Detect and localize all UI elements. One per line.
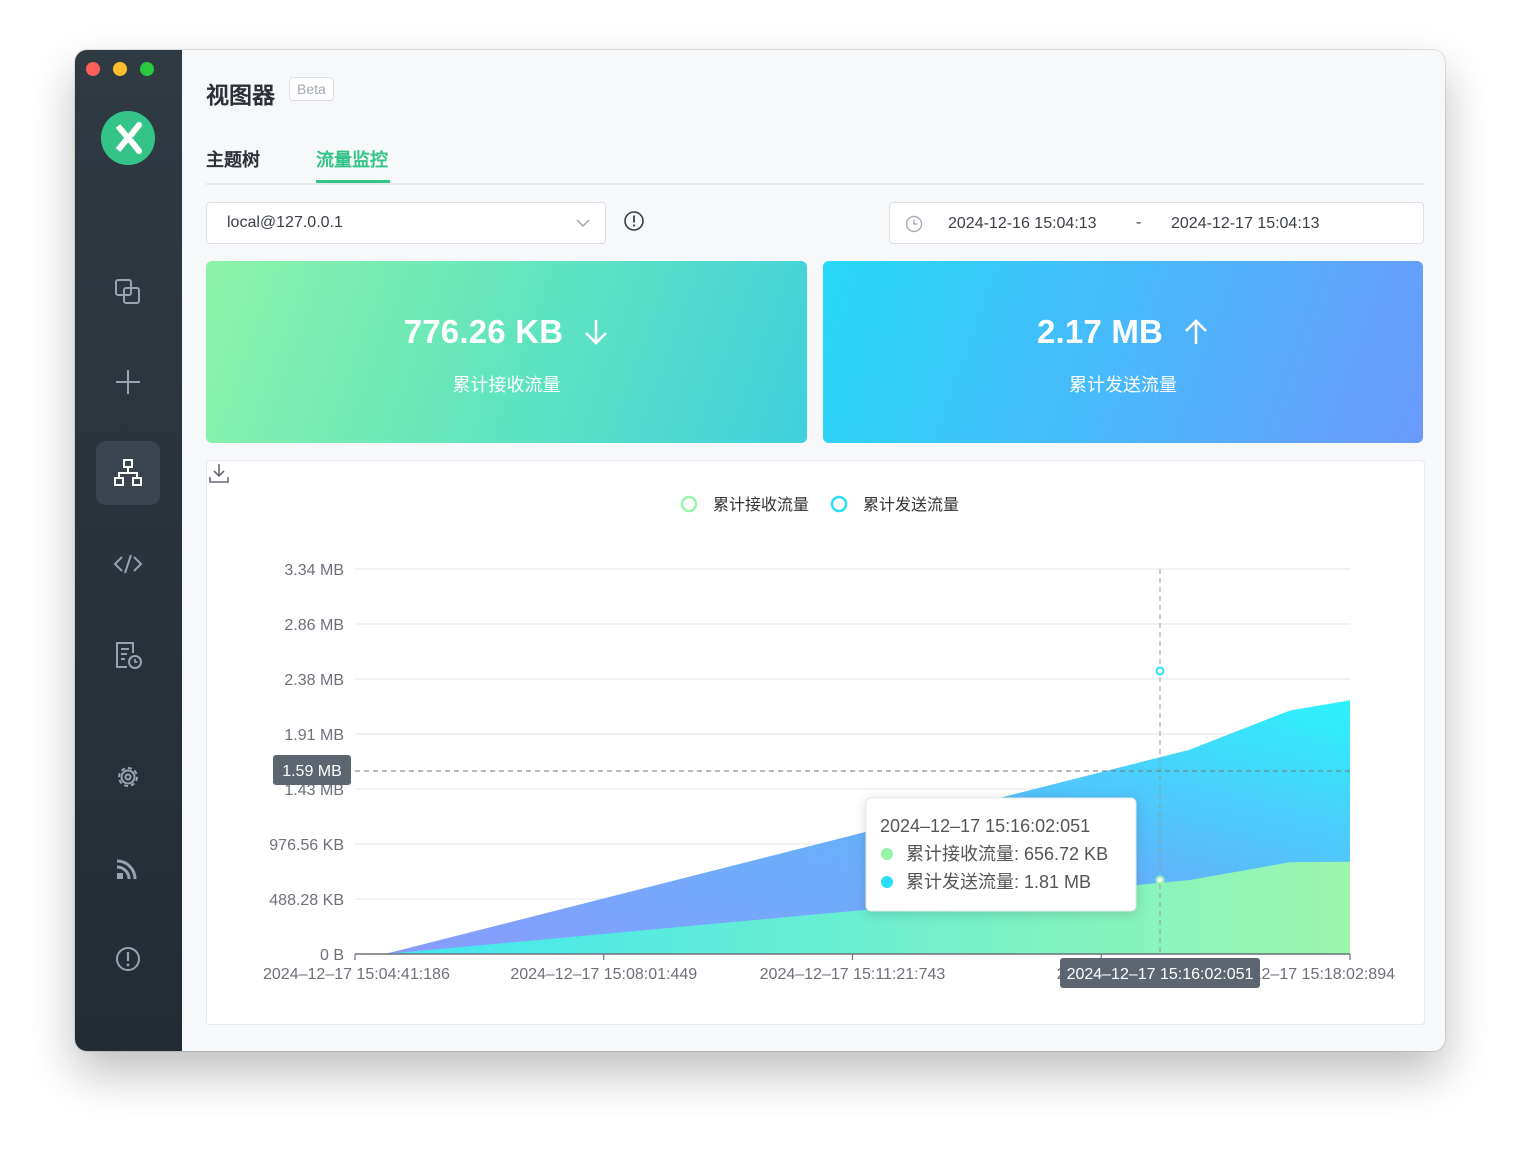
date-range-start[interactable]: 2024-12-16 15:04:13 — [948, 215, 1097, 233]
page-title: 视图器 — [206, 82, 275, 108]
x-tick-label: 2024–12–17 15:11:21:743 — [760, 966, 946, 983]
crosshair-y-label: 1.59 MB — [282, 763, 342, 780]
sidebar-item-new-connection[interactable] — [96, 350, 160, 414]
sidebar-item-connections[interactable] — [96, 260, 160, 324]
window-close-button[interactable] — [86, 62, 100, 76]
download-icon[interactable] — [207, 461, 231, 485]
sidebar-item-log[interactable] — [96, 623, 160, 687]
y-tick-label: 0 B — [320, 947, 344, 964]
sidebar-item-about[interactable] — [96, 927, 160, 991]
received-traffic-card: 776.26 KB 累计接收流量 — [206, 261, 807, 443]
beta-badge: Beta — [289, 77, 334, 101]
chart-legend: 累计接收流量 累计发送流量 — [680, 495, 959, 514]
window-maximize-button[interactable] — [140, 62, 154, 76]
sidebar-item-settings[interactable] — [96, 745, 160, 809]
sidebar-item-script[interactable] — [96, 532, 160, 596]
sent-traffic-label: 累计发送流量 — [1069, 375, 1177, 395]
tooltip-time: 2024–12–17 15:16:02:051 — [880, 816, 1090, 836]
sidebar-item-viewer[interactable] — [96, 441, 160, 505]
connection-select-value: local@127.0.0.1 — [227, 214, 343, 231]
active-tab-indicator — [316, 180, 390, 183]
copy-windows-icon — [115, 279, 140, 304]
crosshair-x-label: 2024–12–17 15:16:02:051 — [1067, 966, 1254, 983]
chart-tooltip: 2024–12–17 15:16:02:051 累计接收流量: 656.72 KB… — [865, 797, 1137, 912]
legend-marker — [830, 495, 848, 513]
gear-icon — [118, 767, 138, 787]
y-tick-label: 3.34 MB — [284, 562, 344, 579]
arrow-up-icon — [1185, 319, 1207, 344]
legend-label-received: 累计接收流量 — [713, 496, 809, 514]
y-tick-label: 976.56 KB — [269, 837, 344, 854]
tooltip-series-dot — [881, 876, 893, 888]
date-range-separator: - — [1136, 214, 1142, 231]
x-tick-label: 2024–12–17 15:04:41:186 — [263, 966, 450, 983]
traffic-chart-panel: 累计接收流量 累计发送流量 0 B 488.28 KB 976.56 KB 1.43 MB… — [206, 460, 1425, 1025]
y-tick-label: 2.38 MB — [284, 672, 344, 689]
app-logo-icon — [101, 111, 155, 165]
legend-label-sent: 累计发送流量 — [863, 496, 959, 514]
tooltip-row-received: 累计接收流量: 656.72 KB — [906, 844, 1108, 864]
x-tick-label: 2024–12–17 15:08:01:449 — [510, 966, 697, 983]
y-tick-label: 2.86 MB — [284, 617, 344, 634]
main-content: 视图器 Beta 主题树 流量监控 local@127.0.0.1 2024-1… — [182, 50, 1445, 1051]
tab-bar: 主题树 流量监控 — [206, 142, 1424, 185]
y-tick-label: 488.28 KB — [269, 892, 344, 909]
plus-icon — [116, 370, 140, 394]
info-icon — [116, 947, 140, 971]
sidebar-item-benchmark[interactable] — [96, 836, 160, 900]
topology-icon — [114, 459, 142, 486]
info-icon[interactable] — [623, 210, 645, 232]
date-range-end[interactable]: 2024-12-17 15:04:13 — [1171, 215, 1320, 233]
chevron-down-icon — [576, 219, 590, 228]
y-tick-label: 1.91 MB — [284, 727, 344, 744]
traffic-area-chart[interactable]: 累计接收流量 累计发送流量0 B488.28 KB976.56 KB1.43 MB… — [207, 461, 1424, 1024]
sidebar — [75, 50, 182, 1051]
log-clock-icon — [116, 642, 142, 669]
tooltip-row-sent: 累计发送流量: 1.81 MB — [906, 872, 1091, 892]
sent-traffic-value: 2.17 MB — [1036, 313, 1164, 350]
sent-hover-point — [1155, 666, 1165, 676]
tab-topic-tree[interactable]: 主题树 — [206, 146, 260, 172]
received-traffic-value: 776.26 KB — [403, 313, 564, 350]
rss-icon — [116, 859, 137, 880]
code-icon — [113, 554, 143, 574]
date-range-picker[interactable]: 2024-12-16 15:04:13 - 2024-12-17 15:04:1… — [889, 202, 1424, 244]
tab-traffic-monitor[interactable]: 流量监控 — [316, 146, 388, 172]
received-hover-point — [1155, 875, 1165, 885]
received-traffic-label: 累计接收流量 — [452, 375, 561, 395]
arrow-down-icon — [585, 320, 608, 345]
tooltip-series-dot — [881, 848, 893, 860]
connection-select[interactable]: local@127.0.0.1 — [206, 202, 606, 244]
clock-icon — [905, 215, 923, 233]
sent-traffic-card: 2.17 MB 累计发送流量 — [823, 261, 1423, 443]
legend-marker — [680, 495, 698, 513]
app-window: 视图器 Beta 主题树 流量监控 local@127.0.0.1 2024-1… — [75, 50, 1445, 1051]
window-minimize-button[interactable] — [113, 62, 127, 76]
